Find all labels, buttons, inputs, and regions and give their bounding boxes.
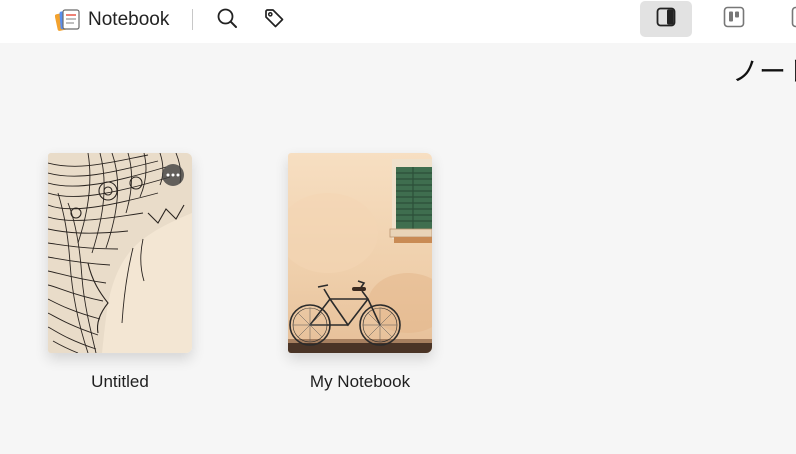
tags-button[interactable] <box>260 6 288 34</box>
notebook-card-untitled[interactable]: Untitled <box>48 153 192 393</box>
split-view-icon <box>655 6 677 33</box>
search-button[interactable] <box>213 6 241 34</box>
search-icon <box>216 7 238 34</box>
board-view-button[interactable] <box>718 3 750 35</box>
app-title: Notebook <box>88 9 170 30</box>
tag-icon <box>263 7 285 34</box>
notebook-more-button[interactable] <box>162 164 184 186</box>
notebook-cover-elephant <box>48 153 192 353</box>
notebook-title: Untitled <box>91 372 149 391</box>
notebook-title: My Notebook <box>309 372 411 391</box>
top-bar: Notebook <box>0 0 796 43</box>
list-view-button[interactable] <box>786 3 796 35</box>
notebook-card-my-notebook[interactable]: My Notebook <box>288 153 432 393</box>
list-view-icon <box>791 6 796 33</box>
notebook-cover-bicycle <box>288 153 432 353</box>
split-view-button[interactable] <box>640 1 692 37</box>
notebook-stack-icon <box>54 8 81 32</box>
toolbar-divider <box>192 9 193 30</box>
board-view-icon <box>723 6 745 33</box>
more-icon <box>166 173 180 177</box>
page-heading: ノート <box>732 57 796 88</box>
